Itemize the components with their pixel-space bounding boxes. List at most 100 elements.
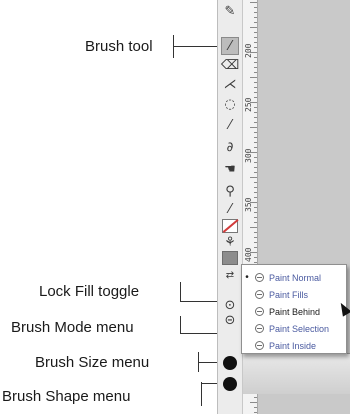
brush-mode-callout-line <box>180 316 181 334</box>
brush-mode-item-label: Paint Fills <box>269 289 309 300</box>
ruler-tick <box>250 177 257 178</box>
brush-mode-item-label: Paint Behind <box>269 306 321 317</box>
ruler-tick <box>254 82 257 83</box>
brush-mode-callout: Brush Mode menu <box>11 319 134 336</box>
ruler-tick <box>250 102 257 103</box>
brush-size-menu-icon[interactable] <box>223 356 237 370</box>
ruler-tick <box>250 152 257 153</box>
ruler-tick <box>254 242 257 243</box>
ruler-tick <box>254 112 257 113</box>
paint-mode-icon <box>255 307 264 316</box>
brush-shape-callout: Brush Shape menu <box>2 388 131 405</box>
brush-mode-item[interactable]: Paint Behind <box>242 303 346 320</box>
brush-mode-callout-line-h <box>180 333 217 334</box>
ruler-tick <box>254 92 257 93</box>
ruler-label: 300 <box>244 148 253 163</box>
ink-tool-icon[interactable]: ∂ <box>221 138 239 156</box>
ruler-tick <box>254 12 257 13</box>
ruler-tick <box>254 397 257 398</box>
ruler-tick <box>254 247 257 248</box>
ruler-label: 200 <box>244 43 253 58</box>
brush-mode-item[interactable]: Paint Inside <box>242 337 346 354</box>
ruler-tick <box>254 72 257 73</box>
tools-panel: ✎ ⁄ ⌫ ⋌ ◌ ⁄ ∂ ☚ ⚲ ⁄ ⚘ ⇄ ⊙ ⊝ <box>217 0 243 414</box>
subselect-tool-icon[interactable]: ⋌ <box>221 75 239 93</box>
eraser-tool-icon[interactable]: ⌫ <box>221 56 239 74</box>
ruler-tick <box>254 37 257 38</box>
brush-size-callout: Brush Size menu <box>35 354 150 371</box>
ruler-tick <box>254 262 257 263</box>
brush-mode-menu: • Paint Normal Paint Fills Paint Behind Pain… <box>241 264 347 354</box>
paint-mode-icon <box>255 273 264 282</box>
ruler-tick <box>254 257 257 258</box>
ruler-tick <box>254 217 257 218</box>
ruler-tick <box>254 207 257 208</box>
ruler-tick <box>250 227 257 228</box>
ruler-tick <box>254 157 257 158</box>
brush-mode-item[interactable]: • Paint Normal <box>242 269 346 286</box>
brush-mode-item-label: Paint Inside <box>269 340 317 351</box>
brush-tool-callout-line-h <box>173 46 219 47</box>
brush-shape-menu-icon[interactable] <box>223 377 237 391</box>
zoom-tool-icon[interactable]: ⚲ <box>221 182 239 200</box>
ruler-label: 400 <box>244 247 253 262</box>
ruler-tick <box>254 97 257 98</box>
ruler-tick <box>254 87 257 88</box>
brush-tool-icon: ⁄ <box>228 38 232 54</box>
ruler-tick <box>254 42 257 43</box>
ruler-tick <box>254 237 257 238</box>
brush-shape-callout-line <box>201 382 202 406</box>
hand-tool-icon[interactable]: ☚ <box>221 160 239 178</box>
checkmark-icon: • <box>245 272 249 283</box>
brush-mode-menu-icon[interactable]: ⊝ <box>221 311 239 329</box>
ruler-label: 350 <box>244 197 253 212</box>
ruler-tick <box>254 147 257 148</box>
dropper-tool-icon[interactable]: ⁄ <box>221 116 239 134</box>
ruler-tick <box>254 47 257 48</box>
brush-mode-item[interactable]: Paint Selection <box>242 320 346 337</box>
ruler-tick <box>250 27 257 28</box>
ruler-tick <box>254 22 257 23</box>
pen-tool-icon[interactable]: ✎ <box>221 2 239 20</box>
ruler-tick <box>254 62 257 63</box>
pencil-tool-icon[interactable]: ⁄ <box>221 200 239 218</box>
brush-mode-item[interactable]: Paint Fills <box>242 286 346 303</box>
paint-mode-icon <box>255 341 264 350</box>
ruler-tick <box>250 127 257 128</box>
ruler-tick <box>254 107 257 108</box>
ruler-tick <box>254 232 257 233</box>
ruler-tick <box>254 407 257 408</box>
ruler-tick <box>250 77 257 78</box>
ruler-tick <box>254 122 257 123</box>
brush-mode-item-label: Paint Normal <box>269 272 322 283</box>
timeline-band <box>242 353 350 394</box>
ruler-tick <box>254 17 257 18</box>
fill-color-swatch[interactable] <box>222 251 238 265</box>
swap-colors-icon[interactable]: ⇄ <box>221 266 239 284</box>
ruler-tick <box>254 412 257 413</box>
ruler-tick <box>254 172 257 173</box>
ruler-tick <box>254 137 257 138</box>
ruler-tick <box>250 52 257 53</box>
lock-fill-callout-line-h <box>180 301 217 302</box>
brush-tool-button[interactable]: ⁄ <box>221 37 239 55</box>
ruler-tick <box>250 402 257 403</box>
lock-fill-callout-line <box>180 282 181 302</box>
ruler-tick <box>254 7 257 8</box>
brush-tool-callout: Brush tool <box>85 38 153 55</box>
ruler-tick <box>254 162 257 163</box>
stroke-color-swatch[interactable] <box>222 219 238 233</box>
ruler-tick <box>254 182 257 183</box>
ruler-tick <box>254 142 257 143</box>
ruler-tick <box>254 57 257 58</box>
ruler-tick <box>254 187 257 188</box>
ruler-tick <box>250 2 257 3</box>
ruler-tick <box>254 67 257 68</box>
ruler-tick <box>250 252 257 253</box>
paint-mode-icon <box>255 290 264 299</box>
lasso-tool-icon[interactable]: ◌ <box>221 95 239 113</box>
lock-fill-callout: Lock Fill toggle <box>39 283 140 300</box>
paint-bucket-icon[interactable]: ⚘ <box>221 233 239 251</box>
ruler-tick <box>254 132 257 133</box>
ruler-tick <box>254 192 257 193</box>
